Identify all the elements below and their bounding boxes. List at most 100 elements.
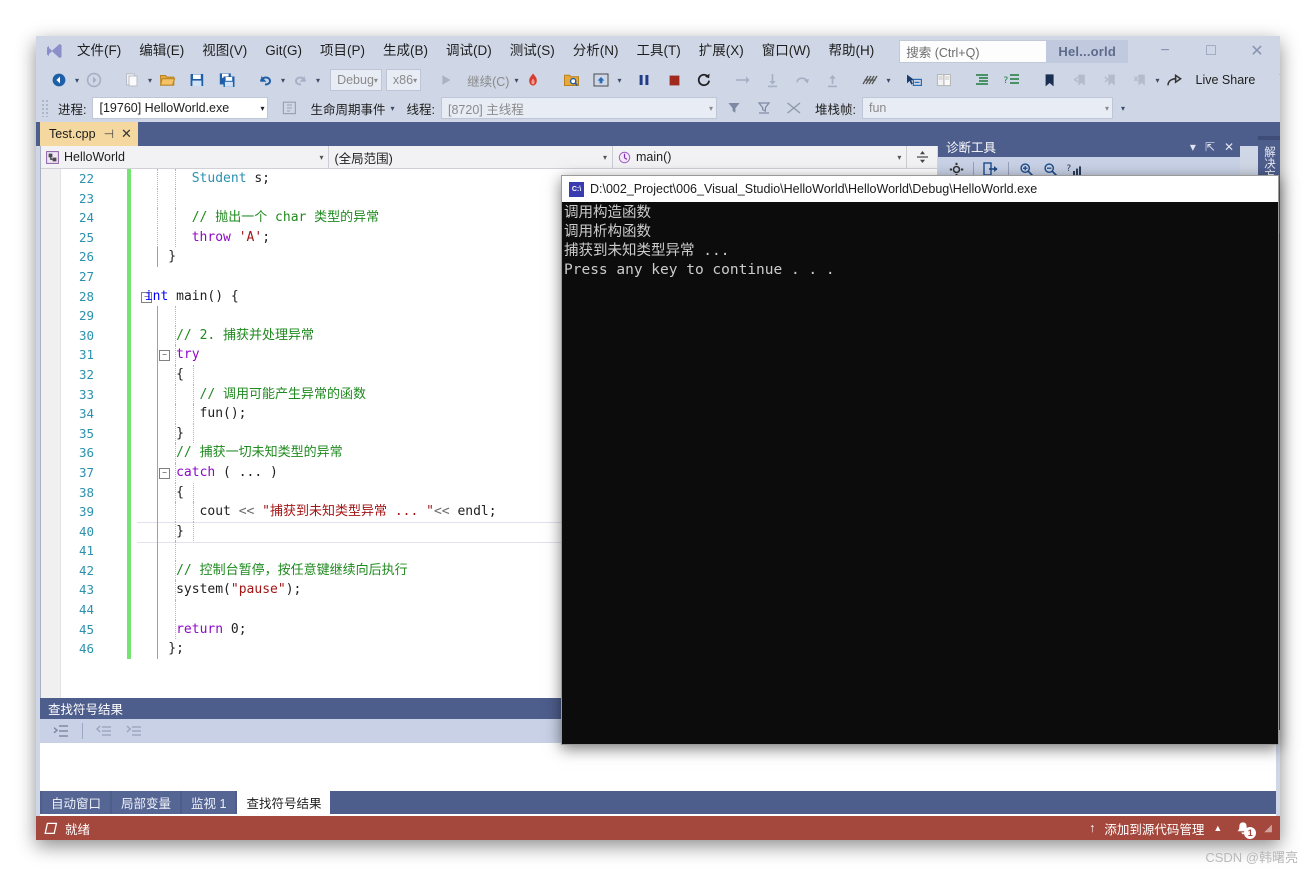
menu-item-edit[interactable]: 编辑(E) — [130, 39, 193, 63]
hot-reload-icon[interactable] — [519, 69, 547, 91]
menu-item-analyze[interactable]: 分析(N) — [564, 39, 628, 63]
comment-icon[interactable]: ? — [998, 69, 1026, 91]
live-share-label[interactable]: Live Share — [1190, 73, 1260, 87]
code-text: } — [176, 523, 184, 539]
send-feedback-icon[interactable] — [1273, 69, 1280, 91]
stop-debugging-icon[interactable] — [660, 69, 688, 91]
export-icon[interactable] — [979, 162, 1003, 176]
editor-navigation-bar: HelloWorld ▾ (全局范围) ▾ main() ▾ — [41, 146, 937, 169]
restart-icon[interactable] — [690, 69, 718, 91]
menu-item-window[interactable]: 窗口(W) — [753, 39, 820, 63]
save-icon[interactable] — [183, 69, 211, 91]
close-icon[interactable]: ✕ — [121, 126, 132, 142]
nav-scope-combo[interactable]: (全局范围) ▾ — [329, 146, 613, 168]
status-bar: 就绪 ↑ 添加到源代码管理 ▲ 1 ◢ — [36, 816, 1280, 840]
code-text: fun(); — [199, 406, 247, 422]
continue-button-label[interactable]: 继续(C) — [461, 71, 513, 90]
indent-guide — [157, 208, 158, 228]
resize-grip[interactable]: ◢ — [1264, 823, 1272, 834]
svg-text:?: ? — [1066, 164, 1071, 174]
threads-dropdown-icon[interactable]: ▾ — [886, 76, 890, 85]
indent-guide — [157, 423, 158, 444]
line-number: 44 — [78, 602, 94, 618]
attach-to-process-icon[interactable] — [557, 69, 585, 91]
solution-platform-combo[interactable]: x86 ▾ — [385, 69, 422, 91]
project-icon — [46, 150, 59, 164]
undo-icon[interactable] — [251, 69, 279, 91]
toolbar-grip[interactable] — [41, 99, 49, 117]
add-to-source-control-label[interactable]: 添加到源代码管理 — [1104, 819, 1204, 838]
bottom-panel-tab[interactable]: 局部变量 — [112, 791, 181, 814]
change-tracking-bar — [127, 502, 131, 522]
console-window[interactable]: C:\ D:\002_Project\006_Visual_Studio\Hel… — [561, 175, 1279, 745]
undo-dropdown-icon[interactable]: ▾ — [281, 76, 285, 85]
new-item-dropdown-icon[interactable]: ▾ — [148, 76, 152, 85]
bookmark-icon[interactable] — [1036, 69, 1064, 91]
svg-text:?: ? — [1003, 76, 1008, 86]
menu-item-file[interactable]: 文件(F) — [68, 39, 130, 63]
open-folder-icon[interactable] — [153, 69, 181, 91]
thread-label: 线程: — [406, 102, 435, 117]
line-number: 23 — [78, 190, 94, 206]
select-icon[interactable] — [900, 69, 928, 91]
menu-item-debug[interactable]: 调试(D) — [437, 39, 501, 63]
line-number: 28 — [78, 288, 94, 304]
minimize-button[interactable]: − — [1142, 36, 1188, 66]
menu-item-build[interactable]: 生成(B) — [374, 39, 437, 63]
menu-item-view[interactable]: 视图(V) — [193, 39, 256, 63]
menu-item-extensions[interactable]: 扩展(X) — [690, 39, 753, 63]
bottom-panel-tab[interactable]: 自动窗口 — [42, 791, 111, 814]
process-combo[interactable]: [19760] HelloWorld.exe ▾ — [92, 97, 269, 119]
step-into-specific-dropdown-icon[interactable]: ▾ — [617, 76, 621, 85]
solution-config-combo[interactable]: Debug ▾ — [330, 69, 382, 91]
close-button[interactable]: ✕ — [1234, 36, 1280, 66]
menu-item-git[interactable]: Git(G) — [256, 39, 311, 63]
continue-play-icon[interactable] — [432, 69, 460, 91]
pin-icon[interactable]: ⊣ — [104, 127, 114, 141]
stackframe-combo[interactable]: fun ▾ — [861, 97, 1113, 119]
change-tracking-bar — [127, 345, 131, 365]
bottom-panel-results-list[interactable] — [40, 743, 1276, 791]
thread-combo[interactable]: [8720] 主线程 ▾ — [441, 97, 717, 119]
code-text: { — [176, 484, 184, 500]
pin-icon[interactable]: ⇱ — [1205, 140, 1215, 154]
document-tab-test-cpp[interactable]: Test.cpp ⊣ ✕ — [40, 122, 138, 146]
menu-item-tools[interactable]: 工具(T) — [628, 39, 690, 63]
notifications-icon[interactable]: 1 — [1231, 819, 1257, 839]
navigate-back-icon[interactable] — [45, 69, 73, 91]
chevron-down-icon: ▾ — [897, 152, 902, 162]
maximize-button[interactable]: □ — [1188, 36, 1234, 66]
live-share-icon[interactable] — [1161, 69, 1189, 91]
fold-toggle[interactable]: − — [159, 350, 170, 362]
debug-toolbar-overflow-icon[interactable]: ▾ — [1121, 104, 1125, 113]
bottom-panel-tab[interactable]: 监视 1 — [182, 791, 236, 814]
line-number: 31 — [78, 347, 94, 363]
menu-item-project[interactable]: 项目(P) — [311, 39, 374, 63]
break-all-icon[interactable] — [630, 69, 658, 91]
indent-guide — [175, 227, 176, 248]
nav-project-combo[interactable]: HelloWorld ▾ — [41, 146, 330, 168]
close-icon[interactable]: ✕ — [1224, 140, 1234, 154]
split-view-icon[interactable] — [907, 146, 937, 168]
step-into-specific-icon[interactable] — [587, 69, 615, 91]
bottom-panel-tab[interactable]: 查找符号结果 — [237, 791, 331, 814]
menu-item-help[interactable]: 帮助(H) — [819, 39, 883, 63]
indent-icon[interactable] — [968, 69, 996, 91]
notification-count: 1 — [1244, 827, 1257, 839]
redo-dropdown-icon[interactable]: ▾ — [316, 76, 320, 85]
indent-guide — [193, 423, 194, 444]
source-control-caret-icon[interactable]: ▲ — [1213, 823, 1222, 833]
line-number: 33 — [78, 386, 94, 402]
menu-item-test[interactable]: 测试(S) — [501, 39, 564, 63]
nav-member-combo[interactable]: main() ▾ — [612, 146, 908, 168]
save-all-icon[interactable] — [213, 69, 241, 91]
continue-dropdown-icon[interactable]: ▾ — [514, 76, 518, 85]
fold-toggle[interactable]: − — [159, 467, 170, 479]
chevron-down-icon: ▾ — [602, 152, 607, 162]
chevron-down-icon[interactable]: ▾ — [1190, 140, 1196, 154]
navigate-back-dropdown-icon[interactable]: ▾ — [75, 76, 79, 85]
lifecycle-dropdown-icon[interactable]: ▾ — [391, 104, 395, 113]
indent-guide — [157, 345, 158, 365]
lifecycle-events-label[interactable]: 生命周期事件 — [304, 99, 389, 118]
indent-guide — [175, 188, 176, 209]
